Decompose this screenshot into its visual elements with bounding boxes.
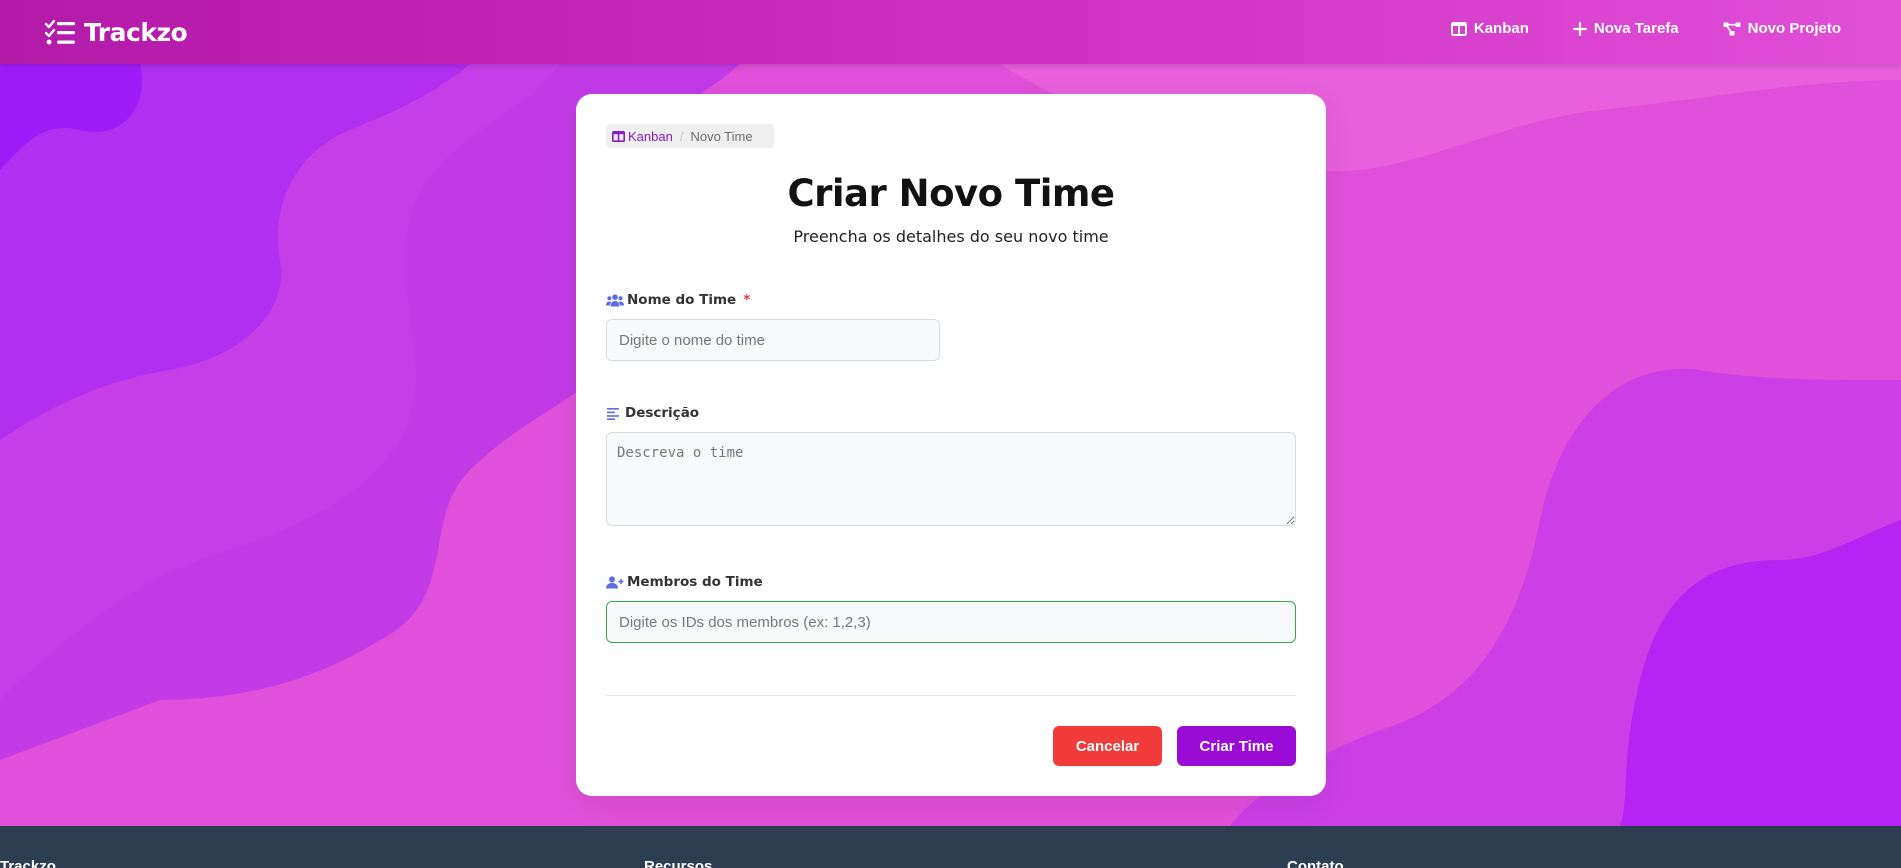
nav-link-kanban-label: Kanban <box>1473 20 1529 37</box>
nav-link-nova-tarefa-label: Nova Tarefa <box>1593 20 1679 37</box>
nav-link-kanban[interactable]: Kanban <box>1450 20 1529 37</box>
columns-icon <box>1450 21 1467 36</box>
page-subtitle: Preencha os detalhes do seu novo time <box>793 227 1109 246</box>
team-members-input[interactable] <box>606 601 1296 643</box>
users-icon <box>606 293 624 306</box>
team-name-label-text: Nome do Time <box>627 292 737 308</box>
create-team-button[interactable]: Criar Time <box>1177 726 1296 766</box>
nav-link-novo-projeto-label: Novo Projeto <box>1747 20 1841 37</box>
team-members-label-text: Membros do Time <box>627 574 763 590</box>
description-textarea[interactable] <box>606 432 1296 526</box>
breadcrumb-kanban-label: Kanban <box>628 128 673 144</box>
description-label: Descrição <box>606 405 699 421</box>
breadcrumb-current: Novo Time <box>690 128 753 144</box>
team-members-label: Membros do Time <box>606 574 763 590</box>
top-navbar: Trackzo Kanban Nova Tarefa Novo Projeto <box>0 0 1901 64</box>
breadcrumb-separator: / <box>679 128 684 144</box>
nav-link-nova-tarefa[interactable]: Nova Tarefa <box>1572 20 1679 37</box>
page-title: Criar Novo Time <box>787 172 1115 215</box>
cancel-button[interactable]: Cancelar <box>1053 726 1162 766</box>
create-team-card: Kanban / Novo Time Criar Novo Time Preen… <box>576 94 1326 796</box>
columns-icon <box>612 130 625 142</box>
plus-icon <box>1572 21 1587 36</box>
footer-column-resources: Recursos <box>644 858 713 868</box>
project-diagram-icon <box>1723 22 1741 35</box>
footer: Trackzo Recursos Contato <box>0 826 1901 868</box>
user-plus-icon <box>606 575 624 588</box>
breadcrumb: Kanban / Novo Time <box>606 124 774 148</box>
description-label-text: Descrição <box>625 405 700 421</box>
nav-links: Kanban Nova Tarefa Novo Projeto <box>1450 20 1841 37</box>
breadcrumb-kanban-link[interactable]: Kanban <box>612 129 673 144</box>
brand-logo[interactable]: Trackzo <box>44 14 188 50</box>
team-name-input[interactable] <box>606 319 940 361</box>
required-mark: * <box>743 292 751 308</box>
brand-name: Trackzo <box>84 17 188 47</box>
footer-column-contact: Contato <box>1287 858 1344 868</box>
tasks-list-icon <box>44 19 75 45</box>
team-name-label: Nome do Time * <box>606 292 750 308</box>
footer-column-brand: Trackzo <box>0 858 56 868</box>
form-divider <box>606 695 1296 696</box>
align-left-icon <box>607 407 619 420</box>
nav-link-novo-projeto[interactable]: Novo Projeto <box>1723 20 1841 37</box>
